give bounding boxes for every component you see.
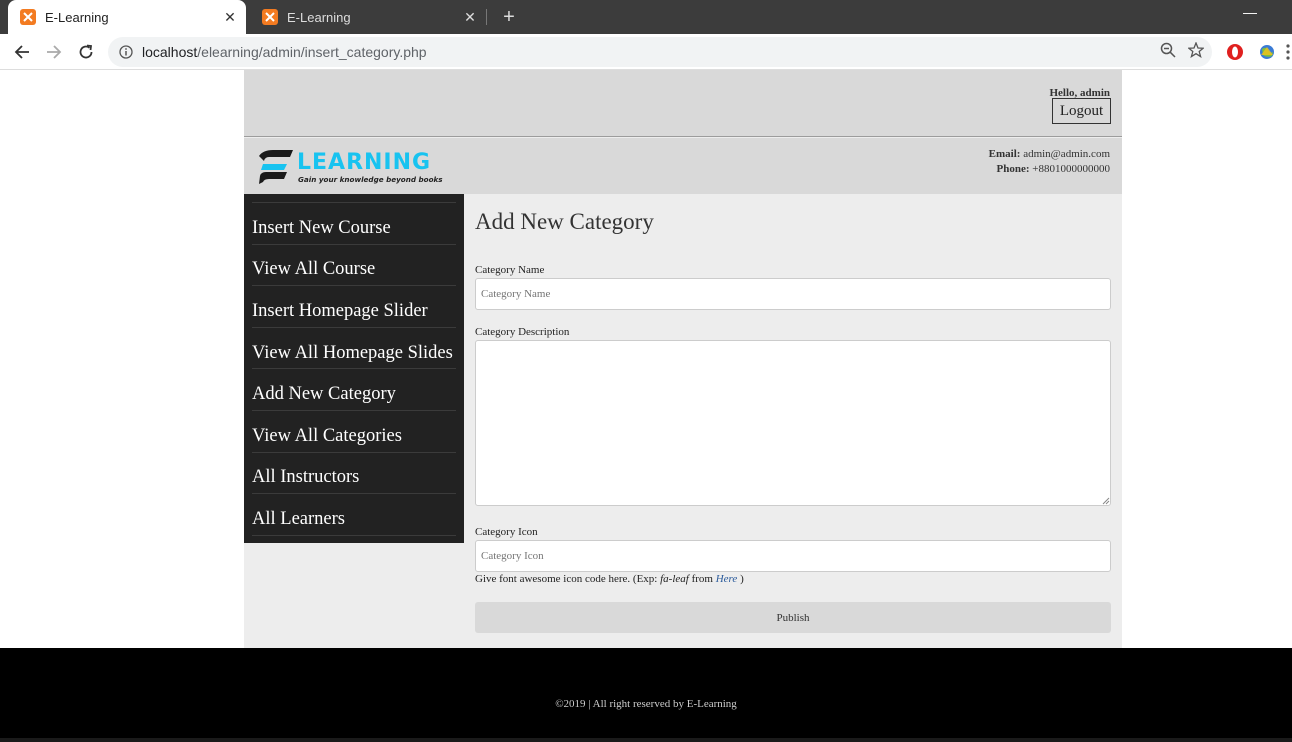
logout-button[interactable]: Logout bbox=[1052, 98, 1111, 124]
icon-hint-text: Give font awesome icon code here. (Exp: … bbox=[475, 573, 744, 585]
email-label: Email: bbox=[988, 148, 1021, 160]
email-value: admin@admin.com bbox=[1023, 148, 1110, 160]
category-icon-input[interactable] bbox=[475, 540, 1111, 572]
admin-sidebar: Insert New Course View All Course Insert… bbox=[244, 194, 464, 543]
url-path: /elearning/admin/insert_category.php bbox=[197, 44, 427, 60]
browser-menu-icon[interactable] bbox=[1286, 44, 1290, 60]
info-icon[interactable] bbox=[119, 45, 133, 59]
footer-bottom-bar bbox=[0, 738, 1292, 742]
reload-icon[interactable] bbox=[74, 40, 98, 64]
sidebar-item-view-all-categories[interactable]: View All Categories bbox=[252, 411, 456, 453]
sidebar-item-add-new-category[interactable]: Add New Category bbox=[252, 369, 456, 411]
sidebar-item-all-instructors[interactable]: All Instructors bbox=[252, 453, 456, 495]
browser-toolbar: localhost/elearning/admin/insert_categor… bbox=[0, 34, 1292, 70]
sidebar-item-insert-new-course[interactable]: Insert New Course bbox=[252, 203, 456, 245]
xampp-favicon-icon bbox=[20, 9, 36, 25]
hint-prefix: Give font awesome icon code here. (Exp: bbox=[475, 573, 661, 585]
admin-page: Hello, admin Logout LEARNING Gain your k… bbox=[244, 70, 1122, 648]
back-arrow-icon[interactable] bbox=[10, 40, 34, 64]
xampp-favicon-icon bbox=[262, 9, 278, 25]
forward-arrow-icon[interactable] bbox=[42, 40, 66, 64]
category-description-textarea[interactable] bbox=[475, 340, 1111, 506]
page-title: Add New Category bbox=[475, 209, 654, 234]
site-footer: ©2019 | All right reserved by E-Learning bbox=[0, 648, 1292, 742]
sidebar-item-insert-homepage-slider[interactable]: Insert Homepage Slider bbox=[252, 286, 456, 328]
phone-label: Phone: bbox=[996, 163, 1030, 175]
contact-info: Email: admin@admin.com Phone: +880100000… bbox=[989, 147, 1110, 177]
bookmark-star-icon[interactable] bbox=[1187, 41, 1205, 61]
new-tab-button[interactable]: + bbox=[498, 4, 520, 30]
tab-separator bbox=[486, 9, 487, 25]
browser-tab-bar: E-Learning ✕ E-Learning ✕ + — bbox=[0, 0, 1292, 34]
sidebar-item-view-all-homepage-slides[interactable]: View All Homepage Slides bbox=[252, 328, 456, 370]
footer-copyright: ©2019 | All right reserved by E-Learning bbox=[555, 698, 737, 710]
sidebar-item-all-learners[interactable]: All Learners bbox=[252, 494, 456, 536]
hint-middle: from bbox=[688, 573, 716, 585]
browser-tab-inactive[interactable]: E-Learning ✕ bbox=[250, 0, 486, 34]
category-description-label: Category Description bbox=[475, 326, 570, 338]
svg-text:LEARNING: LEARNING bbox=[297, 150, 431, 175]
tab-title: E-Learning bbox=[45, 9, 109, 25]
category-name-input[interactable] bbox=[475, 278, 1111, 310]
address-bar[interactable]: localhost/elearning/admin/insert_categor… bbox=[108, 37, 1212, 67]
tab-close-icon[interactable]: ✕ bbox=[458, 9, 482, 26]
hint-example: fa-leaf bbox=[660, 573, 689, 585]
user-strip: Hello, admin Logout bbox=[244, 70, 1122, 137]
url-host: localhost bbox=[142, 44, 198, 60]
category-name-label: Category Name bbox=[475, 264, 545, 276]
hint-suffix: ) bbox=[737, 573, 744, 585]
opera-extension-icon[interactable] bbox=[1226, 43, 1244, 61]
svg-text:Gain your knowledge beyond boo: Gain your knowledge beyond books bbox=[298, 175, 443, 184]
category-icon-label: Category Icon bbox=[475, 526, 538, 538]
globe-extension-icon[interactable] bbox=[1258, 43, 1276, 61]
resize-handle-icon[interactable] bbox=[1102, 497, 1110, 505]
tab-title: E-Learning bbox=[287, 9, 351, 25]
tab-close-icon[interactable]: ✕ bbox=[218, 9, 242, 26]
window-minimize-button[interactable]: — bbox=[1240, 4, 1260, 24]
elearning-logo[interactable]: LEARNING Gain your knowledge beyond book… bbox=[257, 148, 445, 188]
zoom-icon[interactable] bbox=[1160, 42, 1176, 61]
site-header: LEARNING Gain your knowledge beyond book… bbox=[244, 138, 1122, 194]
font-awesome-link[interactable]: Here bbox=[716, 573, 738, 585]
browser-tab-active[interactable]: E-Learning ✕ bbox=[8, 0, 246, 34]
sidebar-item-view-all-course[interactable]: View All Course bbox=[252, 245, 456, 287]
publish-button[interactable]: Publish bbox=[475, 602, 1111, 633]
phone-value: +8801000000000 bbox=[1032, 163, 1110, 175]
